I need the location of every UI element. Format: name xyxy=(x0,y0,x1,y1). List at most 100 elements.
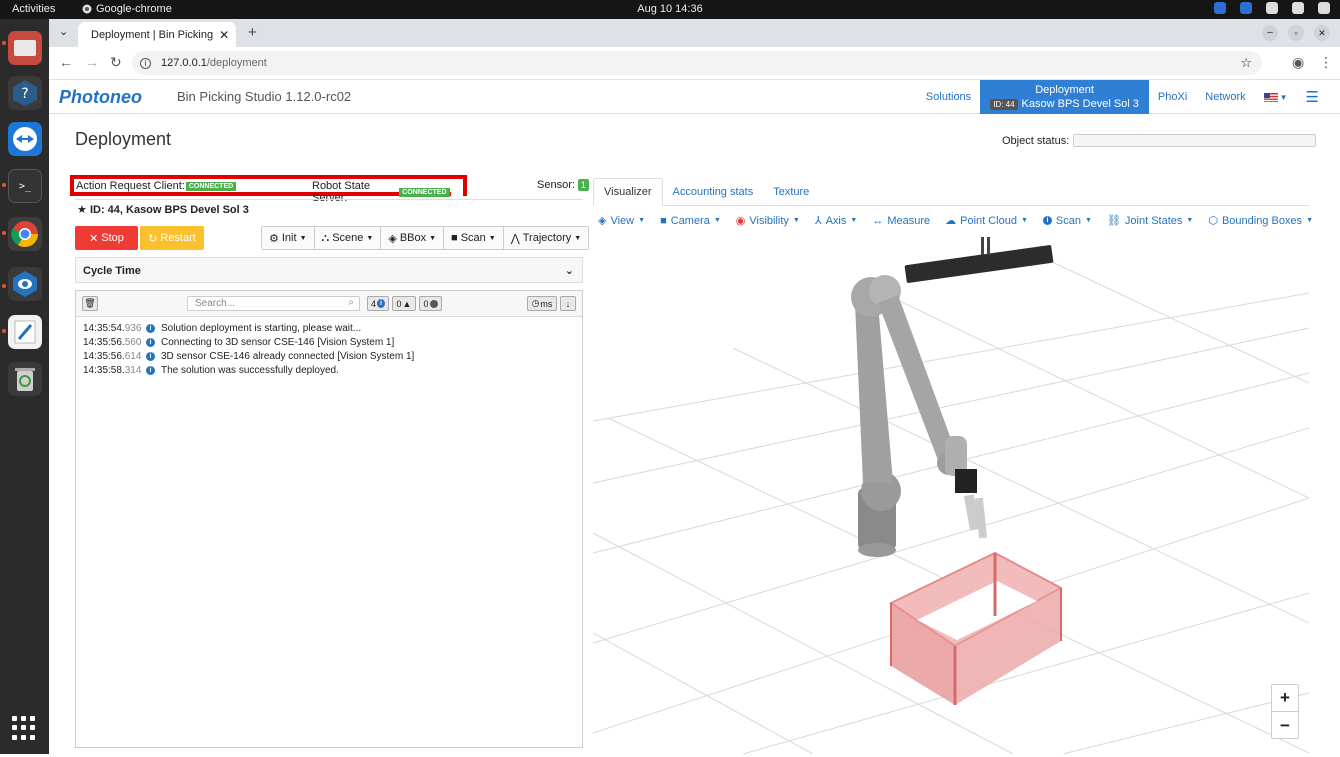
arrows-horizontal-icon: ↔ xyxy=(872,214,884,227)
tab-accounting-stats[interactable]: Accounting stats xyxy=(663,178,764,206)
info-icon: i xyxy=(146,337,155,347)
joint-states-menu[interactable]: ⛓ Joint States ▼ xyxy=(1107,214,1193,228)
browser-tab-deployment[interactable]: Deployment | Bin Picking ✕ xyxy=(78,22,236,47)
connection-status-row: Action Request Client: CONNECTED Robot S… xyxy=(70,175,467,204)
divider xyxy=(75,199,583,200)
point-cloud-menu[interactable]: ☁ Point Cloud ▼ xyxy=(945,214,1028,228)
measure-tool[interactable]: ↔ Measure xyxy=(872,214,930,227)
error-filter-toggle[interactable]: 0 xyxy=(419,296,442,311)
terminal-icon[interactable]: >_ xyxy=(8,169,42,203)
info-filter-toggle[interactable]: 4i xyxy=(367,296,389,311)
camera-menu[interactable]: ■ Camera ▼ xyxy=(660,214,721,227)
clock[interactable]: Aug 10 14:36 xyxy=(0,3,1340,15)
scan-menu[interactable]: i Scan ▼ xyxy=(1042,214,1092,227)
axis-menu[interactable]: ⅄ Axis ▼ xyxy=(814,214,858,228)
text-editor-icon[interactable] xyxy=(8,315,42,349)
warning-filter-toggle[interactable]: 0 ▲ xyxy=(392,296,416,311)
log-panel: 🗑 Search... ⌕ 4i 0 ▲ 0 ◷ ms ↓ 14:35:54.936… xyxy=(75,290,583,748)
site-info-icon[interactable]: i xyxy=(140,57,151,69)
nav-deployment[interactable]: Deployment ID: 44 Kasow BPS Devel Sol 3 xyxy=(980,80,1149,114)
hamburger-menu-icon[interactable]: ☰ xyxy=(1297,80,1328,114)
us-flag-icon xyxy=(1263,92,1278,102)
language-selector[interactable]: ▼ xyxy=(1255,80,1297,114)
robot-server-status-badge: CONNECTED xyxy=(399,187,450,197)
photoneo-logo[interactable]: Photoneo xyxy=(59,87,142,108)
restart-button[interactable]: ↻ Restart xyxy=(140,226,204,250)
visibility-menu[interactable]: ◉ Visibility ▼ xyxy=(736,214,800,228)
chrome-icon[interactable] xyxy=(8,217,42,251)
bbox-dropdown[interactable]: ◈ BBox ▼ xyxy=(381,227,445,249)
gears-icon: ⚙ xyxy=(269,232,279,245)
running-indicator xyxy=(2,183,6,187)
cycle-time-panel[interactable]: Cycle Time ⌄ xyxy=(75,257,583,283)
trajectory-dropdown[interactable]: ⋀ Trajectory ▼ xyxy=(503,227,589,249)
power-icon[interactable] xyxy=(1318,2,1330,14)
nav-solutions[interactable]: Solutions xyxy=(917,80,980,114)
solution-id-badge: ID: 44 xyxy=(990,98,1018,110)
tab-search-icon[interactable]: ⌄ xyxy=(59,25,68,38)
log-entry: 14:35:56.560 i Connecting to 3D sensor CSE… xyxy=(83,336,395,348)
nav-deployment-label: Deployment xyxy=(1035,83,1094,96)
show-apps-icon[interactable] xyxy=(12,716,36,740)
zoom-out-button[interactable]: − xyxy=(1272,712,1298,739)
scene-canvas[interactable] xyxy=(592,233,1310,755)
caret-down-icon: ▼ xyxy=(713,217,721,224)
log-search-input[interactable]: Search... ⌕ xyxy=(187,296,360,311)
zoom-in-button[interactable]: + xyxy=(1272,685,1298,712)
robot-server-label: Robot State Server: xyxy=(312,180,371,204)
profile-icon[interactable]: ◉ xyxy=(1292,54,1304,71)
timestamp-ms-toggle[interactable]: ◷ ms xyxy=(527,296,557,311)
info-icon: i xyxy=(146,351,155,361)
view-menu[interactable]: ◈ View ▼ xyxy=(598,214,645,228)
log-entry: 14:35:58.314 i The solution was successful… xyxy=(83,364,339,376)
address-bar[interactable]: i 127.0.0.1/deployment ☆ xyxy=(132,51,1262,75)
reload-icon[interactable]: ↻ xyxy=(110,54,122,71)
star-icon: ★ xyxy=(77,204,87,216)
trash-icon[interactable] xyxy=(8,362,42,396)
visualizer-toolbar: ◈ View ▼ ■ Camera ▼ ◉ Visibility ▼ ⅄ Axis ▼ ↔ Mea… xyxy=(598,214,1313,228)
minimize-icon[interactable]: – xyxy=(1262,25,1278,41)
3d-viewport[interactable] xyxy=(592,233,1310,755)
bookmark-star-icon[interactable]: ☆ xyxy=(1240,55,1252,71)
maximize-icon[interactable]: ▫ xyxy=(1288,25,1304,41)
trash-clear-icon[interactable]: 🗑 xyxy=(82,296,98,311)
volume-icon[interactable] xyxy=(1292,2,1304,14)
phoxi-control-icon[interactable] xyxy=(8,267,42,301)
eye-cube-icon: ◈ xyxy=(598,215,607,227)
axis-icon: ⅄ xyxy=(814,215,822,227)
teamviewer-tray-icon[interactable] xyxy=(1214,2,1226,14)
browser-menu-icon[interactable]: ⋮ xyxy=(1319,54,1333,71)
new-tab-icon[interactable]: + xyxy=(248,24,257,41)
system-tray[interactable] xyxy=(1214,2,1330,14)
chat-tray-icon[interactable] xyxy=(1240,2,1252,14)
stopwatch-icon: ◷ xyxy=(531,298,540,308)
browser-toolbar: ← → ↻ i 127.0.0.1/deployment ☆ ◉ ⋮ xyxy=(49,47,1340,80)
init-dropdown[interactable]: ⚙ Init ▼ xyxy=(262,227,315,249)
info-icon: i xyxy=(146,323,155,333)
tab-close-icon[interactable]: ✕ xyxy=(219,28,229,42)
scroll-down-icon[interactable]: ↓ xyxy=(560,296,576,311)
back-arrow-icon[interactable]: ← xyxy=(59,54,73,70)
stop-button[interactable]: ✕ Stop xyxy=(75,226,138,250)
nav-phoxi[interactable]: PhoXi xyxy=(1149,80,1196,114)
chevron-down-icon[interactable]: ⌄ xyxy=(565,264,574,277)
caret-down-icon: ▼ xyxy=(366,234,374,242)
tab-visualizer[interactable]: Visualizer xyxy=(593,178,663,206)
scan-dropdown[interactable]: ■ Scan ▼ xyxy=(444,227,504,249)
tab-texture[interactable]: Texture xyxy=(763,178,819,206)
nav-network[interactable]: Network xyxy=(1196,80,1254,114)
caret-down-icon: ▼ xyxy=(850,217,858,224)
bounding-boxes-menu[interactable]: ⬡ Bounding Boxes ▼ xyxy=(1208,214,1313,228)
help-icon[interactable]: ? xyxy=(8,76,42,110)
object-status-bar xyxy=(1073,134,1317,147)
scene-dropdown[interactable]: ⛬ Scene ▼ xyxy=(314,227,382,249)
forward-arrow-icon[interactable]: → xyxy=(85,54,99,70)
camera-icon: ■ xyxy=(660,214,667,227)
caret-down-icon: ▼ xyxy=(574,234,582,242)
cloud-icon: ☁ xyxy=(945,215,957,227)
network-icon[interactable] xyxy=(1266,2,1278,14)
log-entry: 14:35:54.936 i Solution deployment is star… xyxy=(83,322,362,334)
files-icon[interactable] xyxy=(8,31,42,65)
teamviewer-icon[interactable] xyxy=(8,122,42,156)
close-window-icon[interactable]: ✕ xyxy=(1314,25,1330,41)
